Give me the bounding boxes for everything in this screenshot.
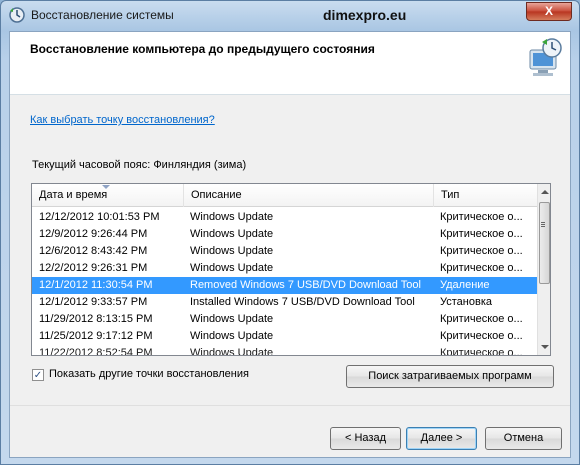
cell-date: 12/6/2012 8:43:42 PM <box>39 245 148 257</box>
scrollbar-grip-icon <box>541 222 545 223</box>
cell-type: Критическое о... <box>440 347 523 356</box>
cell-type: Критическое о... <box>440 211 523 223</box>
scroll-up-icon[interactable] <box>541 190 549 194</box>
cell-description: Windows Update <box>190 262 274 274</box>
cell-description: Windows Update <box>190 347 274 356</box>
cell-date: 12/2/2012 9:26:31 PM <box>39 262 148 274</box>
cell-type: Критическое о... <box>440 245 523 257</box>
column-header-date[interactable]: Дата и время <box>32 184 184 207</box>
footer-divider <box>10 405 570 406</box>
cell-type: Удаление <box>440 279 490 291</box>
show-more-points-label: Показать другие точки восстановления <box>49 368 249 380</box>
cell-type: Установка <box>440 296 492 308</box>
cell-date: 12/9/2012 9:26:44 PM <box>39 228 148 240</box>
cell-date: 11/29/2012 8:13:15 PM <box>39 313 153 325</box>
cell-date: 12/1/2012 11:30:54 PM <box>39 279 153 291</box>
cell-type: Критическое о... <box>440 330 523 342</box>
cell-description: Windows Update <box>190 228 274 240</box>
cell-description: Removed Windows 7 USB/DVD Download Tool <box>190 279 421 291</box>
cell-description: Windows Update <box>190 313 274 325</box>
back-button[interactable]: < Назад <box>330 427 401 450</box>
watermark-text: dimexpro.eu <box>323 7 407 23</box>
scan-affected-programs-button[interactable]: Поиск затрагиваемых программ <box>346 365 554 388</box>
wizard-header: Восстановление компьютера до предыдущего… <box>10 32 570 95</box>
show-more-points-checkbox[interactable]: ✓ <box>32 369 44 381</box>
column-header-type[interactable]: Тип <box>434 184 537 207</box>
table-row[interactable]: 12/2/2012 9:26:31 PM Windows Update Крит… <box>32 260 537 277</box>
table-row[interactable]: 12/12/2012 10:01:53 PM Windows Update Кр… <box>32 209 537 226</box>
page-title: Восстановление компьютера до предыдущего… <box>30 42 375 56</box>
cell-date: 12/1/2012 9:33:57 PM <box>39 296 148 308</box>
cell-date: 12/12/2012 10:01:53 PM <box>39 211 160 223</box>
table-row[interactable]: 12/9/2012 9:26:44 PM Windows Update Крит… <box>32 226 537 243</box>
table-row[interactable]: 12/6/2012 8:43:42 PM Windows Update Крит… <box>32 243 537 260</box>
table-row[interactable]: 11/29/2012 8:13:15 PM Windows Update Кри… <box>32 311 537 328</box>
next-button[interactable]: Далее > <box>406 427 477 450</box>
table-row[interactable]: 11/25/2012 9:17:12 PM Windows Update Кри… <box>32 328 537 345</box>
column-header-date-label: Дата и время <box>39 189 108 201</box>
cell-date: 11/25/2012 9:17:12 PM <box>39 330 153 342</box>
cell-description: Windows Update <box>190 211 274 223</box>
cell-type: Критическое о... <box>440 228 523 240</box>
cell-description: Windows Update <box>190 330 274 342</box>
table-row-selected[interactable]: 12/1/2012 11:30:54 PM Removed Windows 7 … <box>32 277 537 294</box>
how-to-choose-link[interactable]: Как выбрать точку восстановления? <box>30 114 215 126</box>
cell-type: Критическое о... <box>440 313 523 325</box>
sort-arrow-icon <box>102 185 110 189</box>
cell-date: 11/22/2012 8:52:54 PM <box>39 347 153 356</box>
table-row[interactable]: 11/22/2012 8:52:54 PM Windows Update Кри… <box>32 345 537 356</box>
system-restore-window: Восстановление системы dimexpro.eu X Вос… <box>0 0 580 465</box>
cell-description: Windows Update <box>190 245 274 257</box>
scrollbar-thumb[interactable] <box>539 202 550 284</box>
list-rows: 12/12/2012 10:01:53 PM Windows Update Кр… <box>32 209 537 356</box>
scroll-down-icon[interactable] <box>541 345 549 349</box>
list-header: Дата и время Описание Тип <box>32 184 537 207</box>
cell-type: Критическое о... <box>440 262 523 274</box>
timezone-label: Текущий часовой пояс: Финляндия (зима) <box>32 159 247 171</box>
cancel-button[interactable]: Отмена <box>485 427 562 450</box>
restore-points-list[interactable]: Дата и время Описание Тип 12/12/2012 10:… <box>31 183 551 356</box>
table-row[interactable]: 12/1/2012 9:33:57 PM Installed Windows 7… <box>32 294 537 311</box>
computer-restore-icon <box>529 38 562 76</box>
vertical-scrollbar[interactable] <box>537 184 550 355</box>
close-icon: X <box>544 4 553 18</box>
close-button[interactable]: X <box>526 2 572 21</box>
column-header-type-label: Тип <box>441 189 460 201</box>
column-header-description-label: Описание <box>191 189 242 201</box>
window-title: Восстановление системы <box>31 8 174 22</box>
system-restore-icon <box>9 7 25 23</box>
cell-description: Installed Windows 7 USB/DVD Download Too… <box>190 296 415 308</box>
column-header-description[interactable]: Описание <box>184 184 434 207</box>
dialog-client: Восстановление компьютера до предыдущего… <box>9 31 571 458</box>
title-bar: Восстановление системы dimexpro.eu X <box>1 1 579 31</box>
